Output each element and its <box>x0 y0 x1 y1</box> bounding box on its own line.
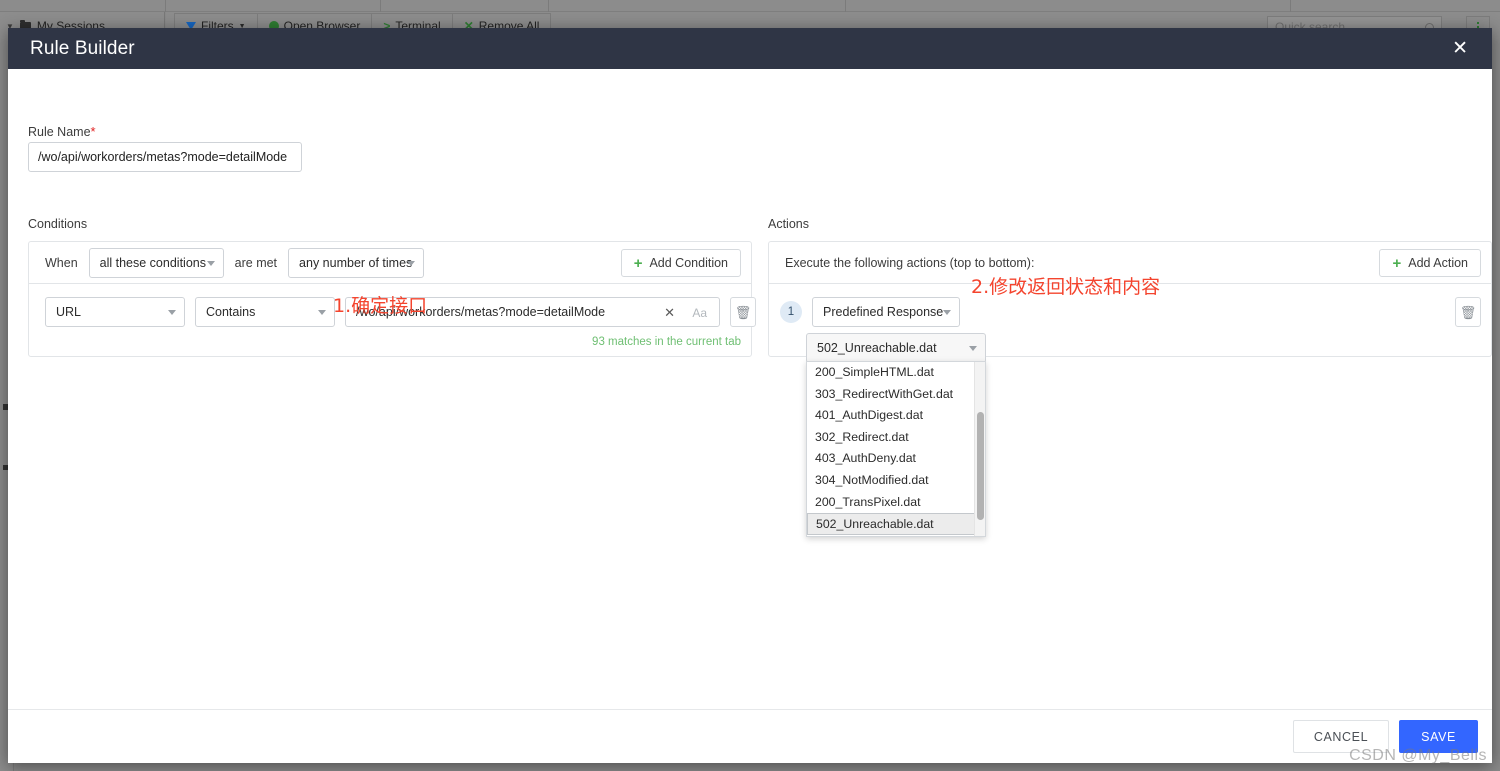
dropdown-option[interactable]: 403_AuthDeny.dat <box>807 448 985 470</box>
condition-occurrence-value: any number of times <box>299 255 413 270</box>
predefined-response-file-value: 502_Unreachable.dat <box>817 341 937 355</box>
add-condition-label: Add Condition <box>649 256 728 270</box>
conditions-panel-header: When all these conditions are met any nu… <box>29 242 751 284</box>
cancel-button[interactable]: CANCEL <box>1292 720 1390 753</box>
chevron-down-icon <box>969 346 977 351</box>
are-met-label: are met <box>234 255 278 270</box>
condition-operator-select[interactable]: Contains <box>195 297 335 327</box>
trash-icon: 🗑 <box>734 304 752 320</box>
dropdown-option[interactable]: 401_AuthDigest.dat <box>807 405 985 427</box>
dropdown-option[interactable]: 304_NotModified.dat <box>807 470 985 492</box>
action-type-select[interactable]: Predefined Response <box>812 297 960 327</box>
condition-occurrence-select[interactable]: any number of times <box>288 247 425 278</box>
chevron-down-icon <box>168 310 176 315</box>
add-condition-button[interactable]: + Add Condition <box>620 249 741 277</box>
chevron-down-icon <box>943 310 951 315</box>
dropdown-scrollbar-thumb[interactable] <box>977 412 984 520</box>
annotation-1: 1.确定接口 <box>333 295 428 317</box>
condition-field-value: URL <box>56 305 82 319</box>
chevron-down-icon <box>407 260 416 266</box>
dropdown-option[interactable]: 302_Redirect.dat <box>807 427 985 449</box>
condition-field-select[interactable]: URL <box>45 297 185 327</box>
dropdown-option[interactable]: 502_Unreachable.dat <box>807 513 985 536</box>
dropdown-scrollbar[interactable] <box>974 362 985 536</box>
delete-condition-button[interactable]: 🗑 <box>730 297 756 327</box>
dropdown-option[interactable]: 303_RedirectWithGet.dat <box>807 384 985 406</box>
condition-operator-value: Contains <box>206 305 256 319</box>
rule-builder-dialog: Rule Builder ✕ Rule Name* Conditions Whe… <box>8 28 1492 763</box>
clear-icon[interactable]: ✕ <box>664 305 675 321</box>
page-title: Rule Builder <box>30 37 135 59</box>
dropdown-option[interactable]: 200_SimpleHTML.dat <box>807 362 985 384</box>
save-button[interactable]: SAVE <box>1399 720 1478 753</box>
add-action-label: Add Action <box>1408 256 1468 270</box>
annotation-2: 2.修改返回状态和内容 <box>971 276 1161 298</box>
plus-icon: + <box>1392 254 1402 272</box>
condition-match-type-value: all these conditions <box>99 255 206 270</box>
kebab-dot <box>1477 22 1479 24</box>
actions-header-text: Execute the following actions (top to bo… <box>785 255 1035 270</box>
condition-match-count: 93 matches in the current tab <box>592 336 741 348</box>
plus-icon: + <box>633 254 643 272</box>
rule-name-input[interactable] <box>28 142 302 172</box>
rule-name-label-text: Rule Name <box>28 125 91 139</box>
dialog-title-bar: Rule Builder ✕ <box>8 28 1492 69</box>
match-case-icon[interactable]: Aa <box>692 306 707 320</box>
action-index-badge: 1 <box>780 301 802 323</box>
chevron-down-icon <box>318 310 326 315</box>
dialog-body: Rule Name* Conditions When all these con… <box>8 69 1492 763</box>
conditions-section-label: Conditions <box>28 217 88 231</box>
dropdown-items-container: 200_SimpleHTML.dat 303_RedirectWithGet.da… <box>807 362 985 536</box>
dropdown-option[interactable]: 200_TransPixel.dat <box>807 492 985 514</box>
dialog-footer: CANCEL SAVE <box>8 709 1492 763</box>
predefined-response-dropdown-list[interactable]: 200_SimpleHTML.dat 303_RedirectWithGet.da… <box>806 361 986 537</box>
background-top-strip <box>0 0 1500 12</box>
trash-icon: 🗑 <box>1459 304 1477 320</box>
rule-name-label: Rule Name* <box>28 124 96 139</box>
action-type-value: Predefined Response <box>823 305 944 319</box>
chevron-down-icon <box>206 260 215 266</box>
condition-match-type-select[interactable]: all these conditions <box>88 247 224 278</box>
action-row: 1 Predefined Response <box>780 297 960 327</box>
required-asterisk: * <box>90 124 96 139</box>
close-icon[interactable]: ✕ <box>1446 35 1474 62</box>
when-label: When <box>45 255 78 270</box>
delete-action-button[interactable]: 🗑 <box>1455 297 1481 327</box>
add-action-button[interactable]: + Add Action <box>1379 249 1481 277</box>
predefined-response-file-select[interactable]: 502_Unreachable.dat <box>806 333 986 363</box>
actions-section-label: Actions <box>768 217 809 231</box>
